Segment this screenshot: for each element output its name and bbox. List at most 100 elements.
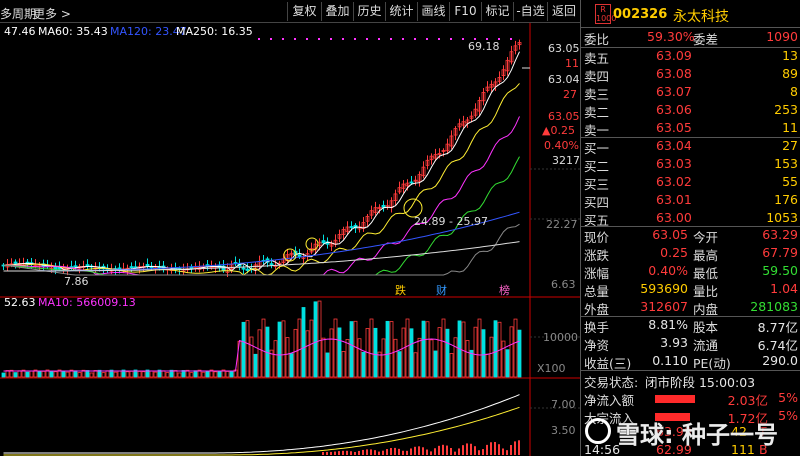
more-menu[interactable]: 更多 > <box>33 5 71 22</box>
stat-row: 换手 8.81% 股本 8.77亿 <box>581 317 800 335</box>
asks-level-label: 卖五 <box>584 51 610 66</box>
stat-value: 0.110 <box>652 353 688 368</box>
fund-flow-row: 净流入额 2.03亿 5% <box>581 390 800 408</box>
stat-label: 最高 <box>693 248 719 263</box>
weibi-value: 59.30% <box>647 29 695 44</box>
volume-bar <box>429 339 434 378</box>
asks-level-row[interactable]: 卖三 63.07 8 <box>581 84 800 102</box>
volume-bar <box>101 372 106 378</box>
stat-value: 593690 <box>640 281 688 296</box>
candle-body <box>297 254 302 257</box>
event-marker[interactable]: 跌 <box>395 282 406 298</box>
axis-tick: 22.27 <box>546 218 578 231</box>
volume-bar <box>161 370 166 378</box>
bids-level-label: 买三 <box>584 177 610 192</box>
indicator-bar <box>438 445 440 455</box>
volume-bar <box>501 340 506 378</box>
indicator-bar <box>422 447 424 455</box>
volume-bar <box>137 371 142 378</box>
bids-price: 63.04 <box>656 138 692 153</box>
restore-rights-button[interactable]: 复权 <box>287 2 321 21</box>
asks-level-row[interactable]: 卖二 63.06 253 <box>581 102 800 120</box>
kline-chart[interactable]: 47.46 MA60: 35.43 MA120: 23.47 MA250: 16… <box>0 23 580 456</box>
volume-bar <box>425 321 430 378</box>
indicator-bar <box>398 448 400 455</box>
volume-bar <box>225 371 230 378</box>
axis-tick: 6.63 <box>551 278 576 291</box>
volume-bar <box>341 351 346 378</box>
indicator-bar <box>378 451 380 455</box>
volume-bar <box>373 327 378 378</box>
indicator-bar <box>402 450 404 455</box>
overlay-button[interactable]: 叠加 <box>321 2 353 21</box>
volume-bar <box>289 353 294 378</box>
bids-level-row[interactable]: 买三 63.02 55 <box>581 174 800 192</box>
exchange-logo-icon: R 1000 <box>595 4 617 24</box>
stat-label: 总量 <box>584 284 610 299</box>
signal-dot <box>438 38 440 40</box>
stock-code[interactable]: 002326 <box>613 7 667 22</box>
indicator-bar <box>510 445 512 455</box>
volume-bar <box>253 353 258 378</box>
bids-level-row[interactable]: 买四 63.01 176 <box>581 192 800 210</box>
indicator-bar <box>346 450 348 455</box>
asks-volume: 8 <box>790 84 798 99</box>
stat-value: 0.40% <box>648 263 688 278</box>
volume-bar <box>49 370 54 378</box>
signal-dot <box>294 38 296 40</box>
weibi-label: 委比 <box>584 32 610 47</box>
stat-row: 总量 593690 量比 1.04 <box>581 281 800 299</box>
history-button[interactable]: 历史 <box>353 2 385 21</box>
volume-bar <box>65 371 70 378</box>
indicator-bar <box>450 447 452 455</box>
kline-canvas[interactable] <box>0 23 580 456</box>
volume-bar <box>261 318 266 378</box>
indicator-line <box>3 394 520 454</box>
stock-name[interactable]: 永太科技 <box>673 6 729 26</box>
indicator-bar <box>362 449 364 455</box>
period-selector[interactable]: 多周期 <box>0 5 36 22</box>
draw-line-button[interactable]: 画线 <box>417 2 449 21</box>
indicator-bar <box>370 449 372 455</box>
event-marker[interactable]: 榜 <box>499 282 510 298</box>
f10-button[interactable]: F10 <box>449 2 481 21</box>
candle-body <box>349 226 354 228</box>
stat-value: 8.77亿 <box>757 320 798 335</box>
candle-body <box>409 181 414 184</box>
mark-button[interactable]: 标记 <box>481 2 513 21</box>
signal-dot <box>510 38 512 40</box>
asks-level-row[interactable]: 卖五 63.09 13 <box>581 48 800 66</box>
asks-level-row[interactable]: 卖四 63.08 89 <box>581 66 800 84</box>
candle-body <box>73 265 78 268</box>
indicator-bar <box>342 450 344 455</box>
event-marker[interactable]: 财 <box>436 282 447 298</box>
statistics-button[interactable]: 统计 <box>385 2 417 21</box>
axis-count: 27 <box>563 88 577 101</box>
indicator-bar <box>446 445 448 455</box>
indicator-bar <box>506 450 508 455</box>
weibi-row: 委比 59.30% 委差 1090 <box>581 29 800 47</box>
back-button[interactable]: 返回 <box>547 2 580 21</box>
bids-level-row[interactable]: 买二 63.03 153 <box>581 156 800 174</box>
stat-label: 换手 <box>584 320 610 335</box>
asks-volume: 13 <box>782 48 798 63</box>
volume-bar <box>377 351 382 378</box>
volume-bar <box>481 329 486 378</box>
remove-watchlist-button[interactable]: -自选 <box>513 2 547 21</box>
volume-bar <box>189 372 194 378</box>
bids-volume: 1053 <box>766 210 798 225</box>
volume-bar <box>177 372 182 378</box>
bids-price: 63.03 <box>656 156 692 171</box>
bids-volume: 153 <box>774 156 798 171</box>
bids-level-row[interactable]: 买一 63.04 27 <box>581 138 800 156</box>
volume-bar <box>1 372 6 378</box>
asks-level-row[interactable]: 卖一 63.05 11 <box>581 120 800 138</box>
bids-level-label: 买二 <box>584 159 610 174</box>
indicator-bar <box>430 451 432 455</box>
volume-bar <box>281 320 286 378</box>
volume-bar <box>309 319 314 378</box>
asks-level-label: 卖二 <box>584 105 610 120</box>
volume-bar <box>17 370 22 378</box>
volume-bar <box>149 370 154 378</box>
volume-bar <box>433 350 438 378</box>
